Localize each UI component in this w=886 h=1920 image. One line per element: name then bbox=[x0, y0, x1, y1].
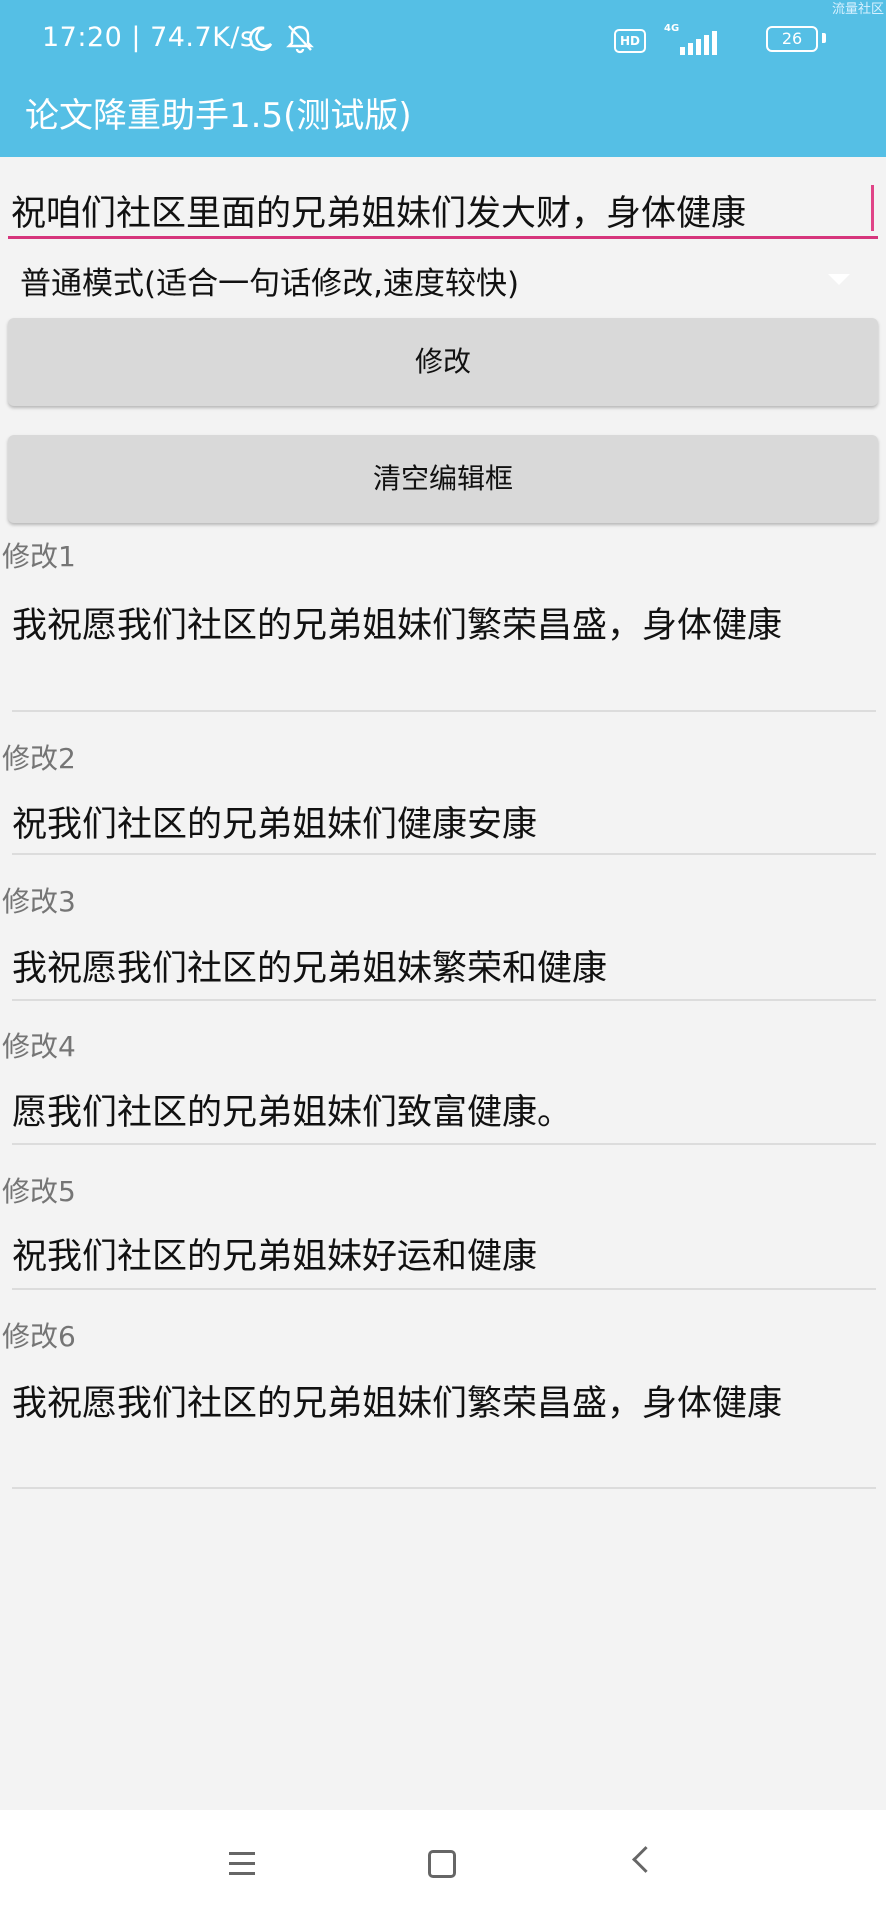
app-header: 17:20 | 74.7K/s HD 4G 26 流量社区 论文降重助手1.5(… bbox=[0, 0, 886, 157]
mode-select[interactable]: 普通模式(适合一句话修改,速度较快) bbox=[0, 248, 886, 308]
result-label: 修改2 bbox=[2, 742, 76, 775]
corner-watermark: 流量社区 bbox=[831, 2, 884, 17]
battery-icon: 26 bbox=[766, 26, 818, 52]
mode-selected-label: 普通模式(适合一句话修改,速度较快) bbox=[20, 266, 520, 302]
result-text[interactable]: 我祝愿我们社区的兄弟姐妹繁荣和健康 bbox=[12, 939, 872, 999]
result-divider bbox=[12, 853, 876, 855]
back-icon[interactable] bbox=[628, 1844, 668, 1884]
result-label: 修改6 bbox=[2, 1320, 76, 1353]
home-icon[interactable] bbox=[424, 1844, 464, 1884]
text-input[interactable]: 祝咱们社区里面的兄弟姐妹们发大财，身体健康 bbox=[8, 173, 878, 239]
moon-icon bbox=[249, 26, 273, 51]
battery-tip bbox=[822, 33, 826, 43]
result-divider bbox=[12, 710, 876, 712]
navigation-bar bbox=[0, 1810, 886, 1920]
result-text[interactable]: 我祝愿我们社区的兄弟姐妹们繁荣昌盛，身体健康 bbox=[12, 596, 872, 656]
result-label: 修改1 bbox=[2, 540, 76, 573]
network-type: 4G bbox=[664, 23, 680, 34]
text-cursor bbox=[871, 185, 874, 231]
result-text[interactable]: 祝我们社区的兄弟姐妹好运和健康 bbox=[12, 1227, 872, 1287]
result-divider bbox=[12, 1288, 876, 1290]
hd-icon: HD bbox=[614, 29, 646, 53]
dropdown-arrow-icon[interactable] bbox=[828, 274, 850, 285]
modify-button[interactable]: 修改 bbox=[8, 318, 878, 406]
app-title: 论文降重助手1.5(测试版) bbox=[25, 96, 412, 136]
menu-icon[interactable] bbox=[223, 1844, 263, 1884]
result-text[interactable]: 我祝愿我们社区的兄弟姐妹们繁荣昌盛，身体健康 bbox=[12, 1374, 872, 1434]
bell-off-icon bbox=[286, 25, 314, 54]
status-time-speed: 17:20 | 74.7K/s bbox=[42, 22, 255, 53]
result-label: 修改4 bbox=[2, 1030, 76, 1063]
result-divider bbox=[12, 1487, 876, 1489]
battery-level: 26 bbox=[781, 29, 803, 48]
signal-icon: 4G bbox=[662, 23, 717, 55]
clear-editor-button[interactable]: 清空编辑框 bbox=[8, 435, 878, 523]
result-text[interactable]: 愿我们社区的兄弟姐妹们致富健康。 bbox=[12, 1083, 872, 1143]
text-input-value[interactable]: 祝咱们社区里面的兄弟姐妹们发大财，身体健康 bbox=[11, 185, 746, 236]
status-icons: HD 4G 26 bbox=[536, 23, 836, 55]
input-underline bbox=[8, 236, 878, 239]
status-bar: 17:20 | 74.7K/s HD 4G 26 流量社区 bbox=[0, 0, 886, 80]
result-text[interactable]: 祝我们社区的兄弟姐妹们健康安康 bbox=[12, 795, 872, 855]
result-divider bbox=[12, 1143, 876, 1145]
result-divider bbox=[12, 999, 876, 1001]
result-label: 修改5 bbox=[2, 1175, 76, 1208]
result-label: 修改3 bbox=[2, 885, 76, 918]
